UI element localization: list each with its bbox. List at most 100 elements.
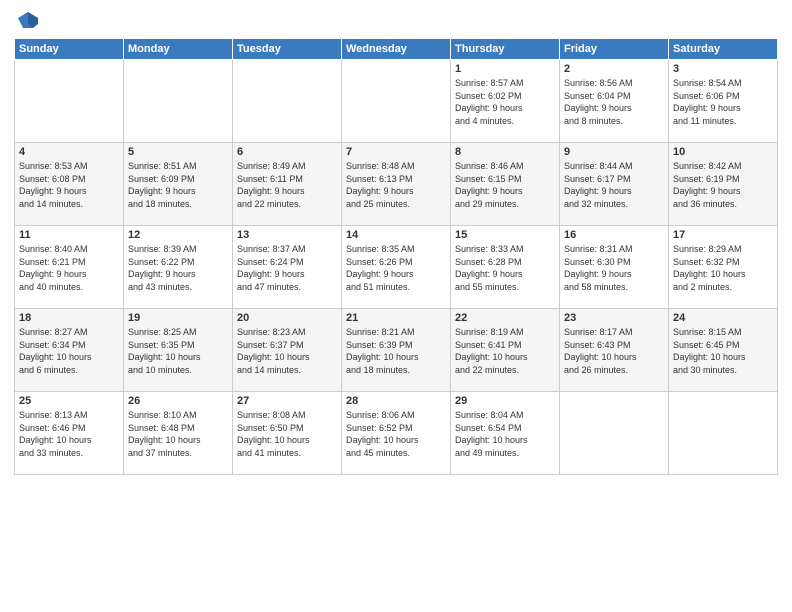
header (14, 10, 778, 32)
day-number: 7 (346, 146, 446, 158)
day-info: Sunrise: 8:10 AMSunset: 6:48 PMDaylight:… (128, 409, 228, 459)
day-number: 6 (237, 146, 337, 158)
day-info: Sunrise: 8:37 AMSunset: 6:24 PMDaylight:… (237, 243, 337, 293)
calendar-cell: 5 Sunrise: 8:51 AMSunset: 6:09 PMDaylight… (124, 143, 233, 226)
calendar-cell: 10 Sunrise: 8:42 AMSunset: 6:19 PMDayligh… (669, 143, 778, 226)
calendar-table: SundayMondayTuesdayWednesdayThursdayFrid… (14, 38, 778, 475)
calendar-week-1: 4Sunrise: 8:53 AMSunset: 6:08 PMDaylight… (15, 143, 778, 226)
day-info: Sunrise: 8:33 AMSunset: 6:28 PMDaylight:… (455, 243, 555, 293)
day-info: Sunrise: 8:56 AMSunset: 6:04 PMDaylight:… (564, 77, 664, 127)
calendar-cell: 21Sunrise: 8:21 AMSunset: 6:39 PMDayligh… (342, 309, 451, 392)
day-info: Sunrise: 8:17 AMSunset: 6:43 PMDaylight:… (564, 326, 664, 376)
day-info: Sunrise: 8:39 AMSunset: 6:22 PMDaylight:… (128, 243, 228, 293)
day-number: 11 (19, 229, 119, 241)
calendar-header-sunday: Sunday (15, 39, 124, 60)
calendar-body: 1 Sunrise: 8:57 AMSunset: 6:02 PMDaylight… (15, 60, 778, 475)
day-info: Sunrise: 8:51 AMSunset: 6:09 PMDaylight:… (128, 160, 228, 210)
day-info: Sunrise: 8:53 AMSunset: 6:08 PMDaylight:… (19, 160, 119, 210)
logo-icon (17, 10, 39, 32)
day-number: 24 (673, 312, 773, 324)
day-info: Sunrise: 8:42 AMSunset: 6:19 PMDaylight:… (673, 160, 773, 210)
calendar-cell: 9Sunrise: 8:44 AMSunset: 6:17 PMDaylight… (560, 143, 669, 226)
calendar-cell: 1 Sunrise: 8:57 AMSunset: 6:02 PMDaylight… (451, 60, 560, 143)
day-number: 1 (455, 63, 555, 75)
calendar-cell: 18 Sunrise: 8:27 AMSunset: 6:34 PMDayligh… (15, 309, 124, 392)
day-info: Sunrise: 8:29 AMSunset: 6:32 PMDaylight:… (673, 243, 773, 293)
calendar-cell: 2 Sunrise: 8:56 AMSunset: 6:04 PMDaylight… (560, 60, 669, 143)
day-info: Sunrise: 8:35 AMSunset: 6:26 PMDaylight:… (346, 243, 446, 293)
calendar-cell: 11Sunrise: 8:40 AMSunset: 6:21 PMDayligh… (15, 226, 124, 309)
calendar-cell: 26 Sunrise: 8:10 AMSunset: 6:48 PMDayligh… (124, 392, 233, 475)
day-info: Sunrise: 8:25 AMSunset: 6:35 PMDaylight:… (128, 326, 228, 376)
calendar-header-row: SundayMondayTuesdayWednesdayThursdayFrid… (15, 39, 778, 60)
day-number: 29 (455, 395, 555, 407)
day-number: 26 (128, 395, 228, 407)
day-number: 22 (455, 312, 555, 324)
calendar-cell: 23 Sunrise: 8:17 AMSunset: 6:43 PMDayligh… (560, 309, 669, 392)
calendar-cell: 12 Sunrise: 8:39 AMSunset: 6:22 PMDayligh… (124, 226, 233, 309)
calendar-header-thursday: Thursday (451, 39, 560, 60)
day-number: 10 (673, 146, 773, 158)
day-info: Sunrise: 8:06 AMSunset: 6:52 PMDaylight:… (346, 409, 446, 459)
calendar-cell: 19Sunrise: 8:25 AMSunset: 6:35 PMDayligh… (124, 309, 233, 392)
day-info: Sunrise: 8:54 AMSunset: 6:06 PMDaylight:… (673, 77, 773, 127)
calendar-cell: 20 Sunrise: 8:23 AMSunset: 6:37 PMDayligh… (233, 309, 342, 392)
calendar-cell: 4Sunrise: 8:53 AMSunset: 6:08 PMDaylight… (15, 143, 124, 226)
calendar-cell: 13 Sunrise: 8:37 AMSunset: 6:24 PMDayligh… (233, 226, 342, 309)
day-number: 13 (237, 229, 337, 241)
day-info: Sunrise: 8:57 AMSunset: 6:02 PMDaylight:… (455, 77, 555, 127)
day-number: 25 (19, 395, 119, 407)
calendar-cell: 3Sunrise: 8:54 AMSunset: 6:06 PMDaylight… (669, 60, 778, 143)
day-number: 8 (455, 146, 555, 158)
calendar-week-3: 18 Sunrise: 8:27 AMSunset: 6:34 PMDayligh… (15, 309, 778, 392)
calendar-header-wednesday: Wednesday (342, 39, 451, 60)
day-info: Sunrise: 8:19 AMSunset: 6:41 PMDaylight:… (455, 326, 555, 376)
calendar-cell (15, 60, 124, 143)
day-number: 20 (237, 312, 337, 324)
day-info: Sunrise: 8:46 AMSunset: 6:15 PMDaylight:… (455, 160, 555, 210)
day-number: 2 (564, 63, 664, 75)
day-info: Sunrise: 8:15 AMSunset: 6:45 PMDaylight:… (673, 326, 773, 376)
calendar-week-0: 1 Sunrise: 8:57 AMSunset: 6:02 PMDaylight… (15, 60, 778, 143)
day-info: Sunrise: 8:27 AMSunset: 6:34 PMDaylight:… (19, 326, 119, 376)
calendar-cell: 29 Sunrise: 8:04 AMSunset: 6:54 PMDayligh… (451, 392, 560, 475)
calendar-week-2: 11Sunrise: 8:40 AMSunset: 6:21 PMDayligh… (15, 226, 778, 309)
day-number: 18 (19, 312, 119, 324)
day-info: Sunrise: 8:21 AMSunset: 6:39 PMDaylight:… (346, 326, 446, 376)
calendar-cell: 14Sunrise: 8:35 AMSunset: 6:26 PMDayligh… (342, 226, 451, 309)
day-number: 23 (564, 312, 664, 324)
calendar-cell (560, 392, 669, 475)
calendar-cell: 28 Sunrise: 8:06 AMSunset: 6:52 PMDayligh… (342, 392, 451, 475)
day-number: 16 (564, 229, 664, 241)
day-number: 12 (128, 229, 228, 241)
day-number: 28 (346, 395, 446, 407)
calendar-cell: 24 Sunrise: 8:15 AMSunset: 6:45 PMDayligh… (669, 309, 778, 392)
day-info: Sunrise: 8:31 AMSunset: 6:30 PMDaylight:… (564, 243, 664, 293)
calendar-header-friday: Friday (560, 39, 669, 60)
calendar-cell: 22 Sunrise: 8:19 AMSunset: 6:41 PMDayligh… (451, 309, 560, 392)
day-info: Sunrise: 8:44 AMSunset: 6:17 PMDaylight:… (564, 160, 664, 210)
calendar-cell (342, 60, 451, 143)
calendar-header-saturday: Saturday (669, 39, 778, 60)
calendar-cell: 17 Sunrise: 8:29 AMSunset: 6:32 PMDayligh… (669, 226, 778, 309)
day-number: 5 (128, 146, 228, 158)
calendar-cell (233, 60, 342, 143)
day-number: 27 (237, 395, 337, 407)
day-info: Sunrise: 8:13 AMSunset: 6:46 PMDaylight:… (19, 409, 119, 459)
day-info: Sunrise: 8:48 AMSunset: 6:13 PMDaylight:… (346, 160, 446, 210)
day-number: 17 (673, 229, 773, 241)
logo (14, 10, 39, 32)
calendar-cell: 15 Sunrise: 8:33 AMSunset: 6:28 PMDayligh… (451, 226, 560, 309)
calendar-cell: 25 Sunrise: 8:13 AMSunset: 6:46 PMDayligh… (15, 392, 124, 475)
calendar-cell (669, 392, 778, 475)
day-info: Sunrise: 8:23 AMSunset: 6:37 PMDaylight:… (237, 326, 337, 376)
calendar-cell: 7 Sunrise: 8:48 AMSunset: 6:13 PMDaylight… (342, 143, 451, 226)
calendar-cell (124, 60, 233, 143)
page: SundayMondayTuesdayWednesdayThursdayFrid… (0, 0, 792, 612)
day-info: Sunrise: 8:08 AMSunset: 6:50 PMDaylight:… (237, 409, 337, 459)
calendar-header-tuesday: Tuesday (233, 39, 342, 60)
day-info: Sunrise: 8:04 AMSunset: 6:54 PMDaylight:… (455, 409, 555, 459)
day-number: 15 (455, 229, 555, 241)
calendar-header-monday: Monday (124, 39, 233, 60)
calendar-cell: 16 Sunrise: 8:31 AMSunset: 6:30 PMDayligh… (560, 226, 669, 309)
